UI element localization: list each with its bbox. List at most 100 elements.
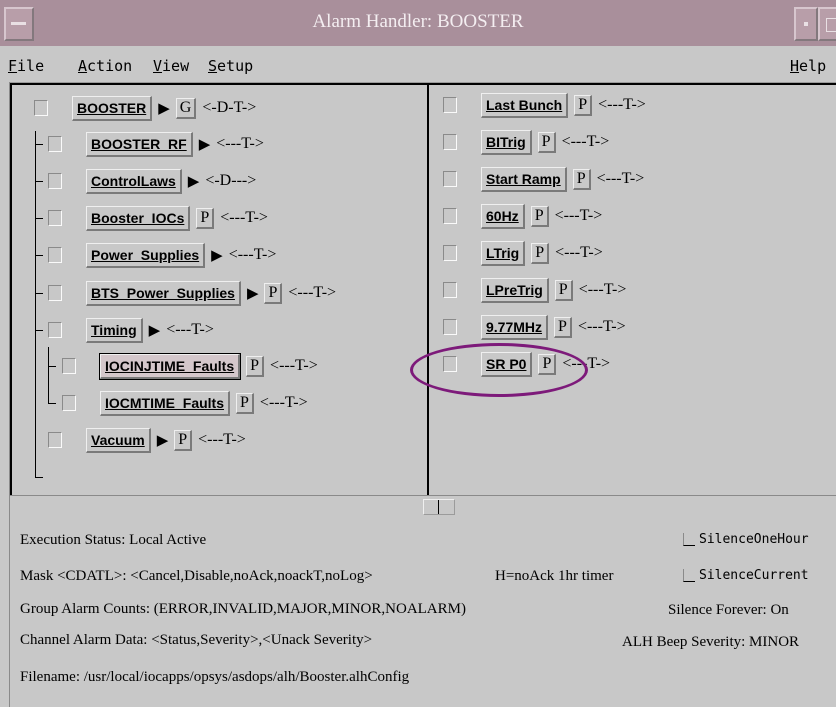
tree-row[interactable]: IOCINJTIME_Faults P <---T-> <box>62 352 318 380</box>
ack-checkbox[interactable] <box>443 319 457 335</box>
channel-button-selected[interactable]: IOCINJTIME_Faults <box>98 352 242 380</box>
ack-checkbox[interactable] <box>443 245 457 261</box>
ack-checkbox[interactable] <box>48 247 62 263</box>
mask-text: <---T-> <box>288 284 337 301</box>
group-button[interactable]: ControlLaws <box>86 168 182 194</box>
ack-checkbox[interactable] <box>48 322 62 338</box>
silence-one-hour-toggle[interactable]: SilenceOneHour <box>683 532 809 547</box>
channel-row[interactable]: BITrig P <---T-> <box>443 129 609 155</box>
channel-button[interactable]: LTrig <box>481 240 526 266</box>
beep-severity[interactable]: ALH Beep Severity: MINOR <box>622 634 799 651</box>
channel-row[interactable]: 60Hz P <---T-> <box>443 203 602 229</box>
menu-setup[interactable]: Setup <box>208 57 253 75</box>
channel-button[interactable]: Start Ramp <box>481 166 567 192</box>
menu-help[interactable]: Help <box>790 57 826 75</box>
channel-row[interactable]: Last Bunch P <---T-> <box>443 92 646 118</box>
ack-checkbox[interactable] <box>48 432 62 448</box>
process-button[interactable]: P <box>554 279 573 301</box>
channel-row[interactable]: 9.77MHz P <---T-> <box>443 314 626 340</box>
expand-arrow-icon[interactable]: ▶ <box>247 284 259 303</box>
menu-file-label: ile <box>17 57 45 75</box>
expand-arrow-icon[interactable]: ▶ <box>188 172 200 191</box>
channel-button[interactable]: LPreTrig <box>481 277 549 303</box>
tree-row[interactable]: BTS_Power_Supplies ▶ P <---T-> <box>48 280 336 306</box>
silence-current-checkbox[interactable] <box>683 569 695 582</box>
ack-checkbox[interactable] <box>443 97 457 113</box>
tree-row[interactable]: Timing ▶ <---T-> <box>48 317 214 343</box>
process-button[interactable]: P <box>554 316 572 338</box>
group-name: Power_Supplies <box>91 246 200 263</box>
tree-row[interactable]: IOCMTIME_Faults P <---T-> <box>62 390 308 416</box>
process-button[interactable]: P <box>574 94 593 116</box>
process-button[interactable]: P <box>264 282 283 304</box>
process-button[interactable]: P <box>572 168 591 190</box>
ack-checkbox[interactable] <box>62 395 76 411</box>
menu-file[interactable]: File <box>8 57 44 75</box>
channel-list-pane[interactable]: Last Bunch P <---T-> BITrig P <---T-> St… <box>427 83 836 497</box>
expand-arrow-icon[interactable]: ▶ <box>211 246 223 265</box>
ack-checkbox[interactable] <box>443 282 457 298</box>
channel-row[interactable]: Start Ramp P <---T-> <box>443 166 644 192</box>
expand-arrow-icon[interactable]: ▶ <box>157 431 169 450</box>
group-name: Vacuum <box>91 431 145 448</box>
tree-row-root[interactable]: BOOSTER ▶ G <-D-T-> <box>34 95 256 121</box>
tree-row[interactable]: Booster_IOCs P <---T-> <box>48 205 268 231</box>
process-button[interactable]: P <box>537 131 556 153</box>
group-button[interactable]: Power_Supplies <box>86 242 206 268</box>
tree-row[interactable]: Power_Supplies ▶ <---T-> <box>48 242 276 268</box>
maximize-button[interactable] <box>818 7 836 41</box>
process-button[interactable]: P <box>174 429 193 451</box>
ack-checkbox[interactable] <box>34 100 48 116</box>
title-bar[interactable]: Alarm Handler: BOOSTER <box>0 0 836 47</box>
group-button[interactable]: BOOSTER <box>72 95 153 121</box>
tree-row[interactable]: Vacuum ▶ P <---T-> <box>48 427 246 453</box>
channel-button[interactable]: 60Hz <box>481 203 525 229</box>
group-button[interactable]: Vacuum <box>86 427 151 453</box>
group-name: BOOSTER_RF <box>91 135 187 152</box>
process-button[interactable]: P <box>246 355 265 377</box>
group-tree-pane[interactable]: BOOSTER ▶ G <-D-T-> BOOSTER_RF ▶ <---T->… <box>10 83 429 497</box>
process-button[interactable]: P <box>530 205 549 227</box>
menu-bar: File Action View Setup Help <box>0 46 836 83</box>
silence-current-toggle[interactable]: SilenceCurrent <box>683 568 809 583</box>
menu-view[interactable]: View <box>153 57 189 75</box>
ack-checkbox[interactable] <box>48 285 62 301</box>
group-button[interactable]: Timing <box>86 317 143 343</box>
tree-row[interactable]: ControlLaws ▶ <-D---> <box>48 168 256 194</box>
channel-row[interactable]: LTrig P <---T-> <box>443 240 603 266</box>
channel-name: LTrig <box>486 244 520 261</box>
channel-button[interactable]: 9.77MHz <box>481 314 549 340</box>
ack-checkbox[interactable] <box>443 134 457 150</box>
window-frame <box>0 82 10 707</box>
minimize-button[interactable] <box>794 7 818 41</box>
ack-checkbox[interactable] <box>48 173 62 189</box>
ack-checkbox[interactable] <box>48 210 62 226</box>
expand-arrow-icon[interactable]: ▶ <box>199 135 211 154</box>
channel-button[interactable]: BITrig <box>481 129 532 155</box>
mask-text: <---T-> <box>555 244 603 261</box>
channel-button[interactable]: IOCMTIME_Faults <box>100 390 231 416</box>
tree-branch <box>35 144 43 145</box>
guidance-button[interactable]: G <box>175 97 197 119</box>
ack-checkbox[interactable] <box>443 171 457 187</box>
silence-one-hour-checkbox[interactable] <box>683 533 695 546</box>
tree-line-timing <box>48 347 49 403</box>
group-button[interactable]: Booster_IOCs <box>86 205 191 231</box>
ack-checkbox[interactable] <box>48 136 62 152</box>
process-button[interactable]: P <box>531 242 550 264</box>
group-button[interactable]: BOOSTER_RF <box>86 131 193 157</box>
channel-button[interactable]: Last Bunch <box>481 92 569 118</box>
group-button[interactable]: BTS_Power_Supplies <box>86 280 241 306</box>
silence-forever[interactable]: Silence Forever: On <box>668 602 789 619</box>
ack-checkbox[interactable] <box>62 358 76 374</box>
process-button[interactable]: P <box>196 207 215 229</box>
tree-row[interactable]: BOOSTER_RF ▶ <---T-> <box>48 131 264 157</box>
process-button[interactable]: P <box>236 392 254 414</box>
menu-action[interactable]: Action <box>78 57 132 75</box>
pane-resize-handle[interactable] <box>423 499 455 515</box>
channel-row[interactable]: LPreTrig P <---T-> <box>443 277 626 303</box>
expand-arrow-icon[interactable]: ▶ <box>149 321 161 340</box>
pane-separator <box>10 495 836 517</box>
ack-checkbox[interactable] <box>443 208 457 224</box>
expand-arrow-icon[interactable]: ▶ <box>158 99 170 118</box>
